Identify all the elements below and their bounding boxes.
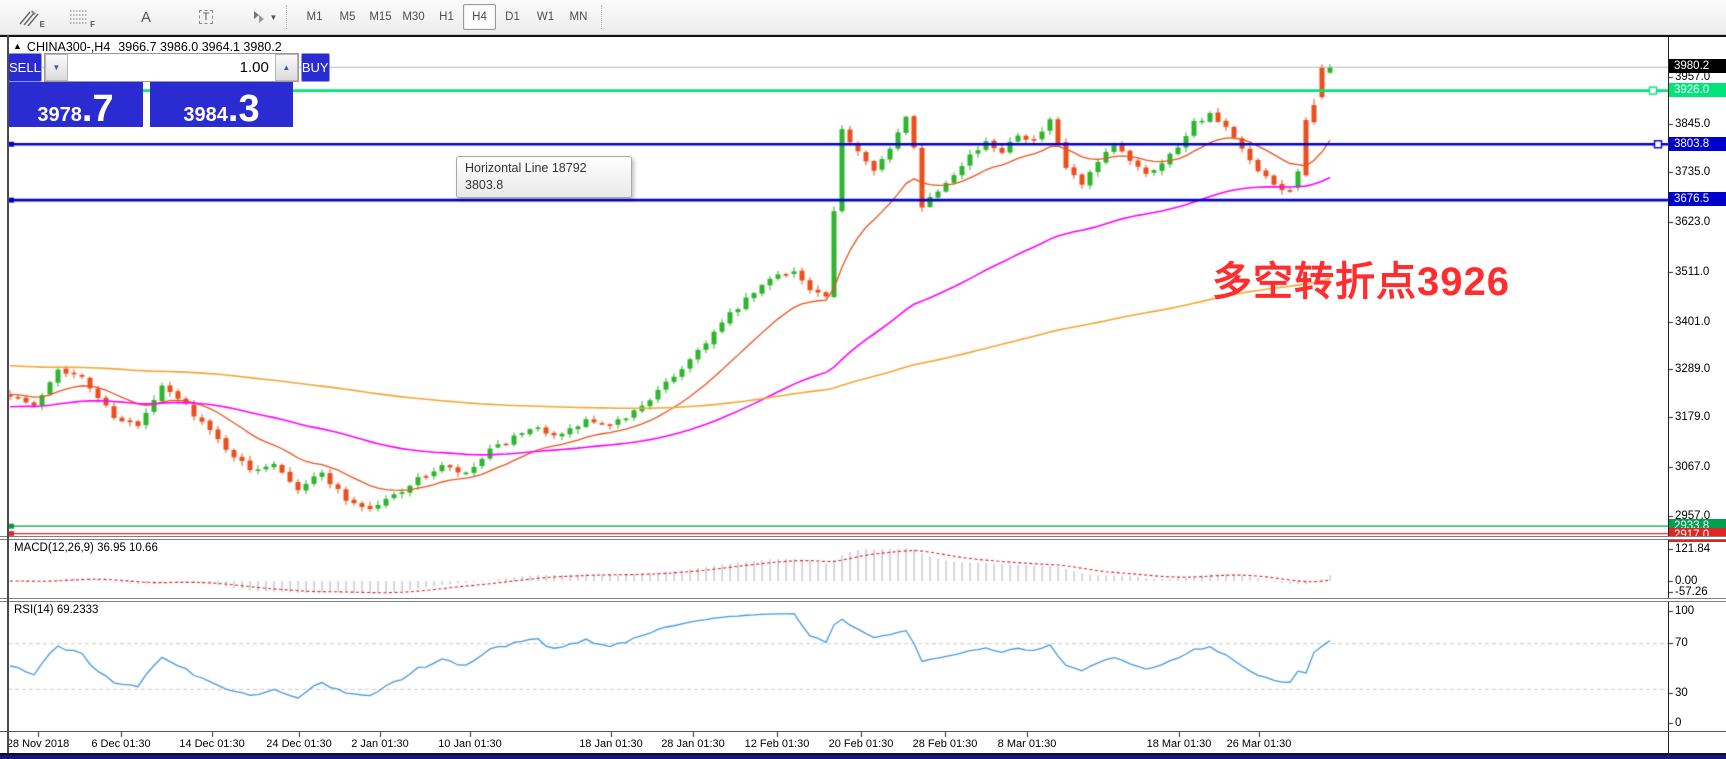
time-axis-label: 24 Dec 01:30: [266, 738, 331, 750]
price-axis-label: 121.84: [1675, 542, 1710, 556]
price-axis-label: 70: [1675, 636, 1688, 650]
time-axis-label: 2 Jan 01:30: [351, 738, 409, 750]
bottom-window-strip: [0, 755, 1726, 759]
one-click-trade-panel: SELL ▼ ▲ BUY 3978.7 3984.3: [8, 53, 293, 127]
collapse-arrow-icon[interactable]: ▲: [13, 41, 22, 51]
ohlc-values: 3966.7 3986.0 3964.1 3980.2: [118, 40, 281, 54]
time-axis-label: 28 Jan 01:30: [661, 738, 725, 750]
macd-label: MACD(12,26,9) 36.95 10.66: [14, 542, 158, 554]
symbol-timeframe: CHINA300-,H4: [27, 40, 110, 54]
price-axis-label: 3957.0: [1675, 70, 1710, 84]
price-axis-label: 30: [1675, 686, 1688, 700]
trade-panel-top-row: SELL ▼ ▲ BUY: [8, 53, 293, 82]
object-tooltip: Horizontal Line 18792 3803.8: [456, 156, 632, 198]
price-axis-label: 3623.0: [1675, 215, 1710, 229]
chart-text-annotation[interactable]: 多空转折点3926: [1212, 249, 1510, 307]
time-axis-label: 6 Dec 01:30: [91, 738, 150, 750]
price-axis-label: 3676.5: [1669, 192, 1726, 206]
price-axis-label: 3926.0: [1669, 83, 1726, 97]
price-axis-label: 100: [1675, 604, 1694, 618]
tooltip-line2: 3803.8: [465, 177, 623, 194]
time-axis-label: 14 Dec 01:30: [179, 738, 244, 750]
time-axis-label: 8 Mar 01:30: [998, 738, 1057, 750]
price-axis-label: 3511.0: [1675, 265, 1709, 279]
buy-price[interactable]: 3984.3: [150, 82, 293, 127]
price-axis-label: 3845.0: [1675, 117, 1710, 131]
macd-panel-separator[interactable]: [0, 536, 1726, 540]
time-axis-label: 18 Mar 01:30: [1147, 738, 1212, 750]
price-axis-label: 3735.0: [1675, 165, 1710, 179]
volume-input[interactable]: [68, 54, 275, 81]
price-axis-label: -57.26: [1675, 585, 1708, 599]
chart-window-left-border: [7, 35, 9, 754]
price-axis-line: [1668, 37, 1669, 753]
time-axis-label: 28 Nov 2018: [7, 738, 69, 750]
trade-panel-prices: 3978.7 3984.3: [8, 82, 293, 127]
buy-button[interactable]: BUY: [301, 53, 330, 82]
volume-field: ▼ ▲: [44, 53, 299, 82]
time-axis-label: 20 Feb 01:30: [829, 738, 894, 750]
time-axis-label: 12 Feb 01:30: [745, 738, 810, 750]
price-axis-label: 3803.8: [1669, 137, 1726, 151]
price-axis-label: 3067.0: [1675, 460, 1710, 474]
tooltip-line1: Horizontal Line 18792: [465, 160, 623, 177]
volume-decrease-button[interactable]: ▼: [45, 54, 68, 81]
time-axis-label: 10 Jan 01:30: [438, 738, 502, 750]
chart-title: ▲ CHINA300-,H4 3966.7 3986.0 3964.1 3980.2: [13, 40, 282, 54]
time-axis-label: 26 Mar 01:30: [1227, 738, 1292, 750]
price-axis-label: 3179.0: [1675, 410, 1710, 424]
price-axis-label: 0: [1675, 716, 1681, 730]
mt4-window: E F A T ▼ M1M5M15M30H1H4D1W1MN ▲CHINA300…: [0, 0, 1726, 759]
price-axis-label: 3289.0: [1675, 362, 1710, 376]
sell-button[interactable]: SELL: [8, 53, 42, 82]
time-axis-separator: [0, 731, 1726, 732]
rsi-panel-separator[interactable]: [0, 598, 1726, 602]
time-axis-label: 18 Jan 01:30: [579, 738, 643, 750]
price-axis-label: 3401.0: [1675, 315, 1710, 329]
volume-increase-button[interactable]: ▲: [275, 54, 298, 81]
time-axis-label: 28 Feb 01:30: [913, 738, 978, 750]
rsi-label: RSI(14) 69.2333: [14, 604, 98, 616]
chart-window-top-border: [0, 35, 1726, 37]
sell-price[interactable]: 3978.7: [8, 82, 143, 127]
